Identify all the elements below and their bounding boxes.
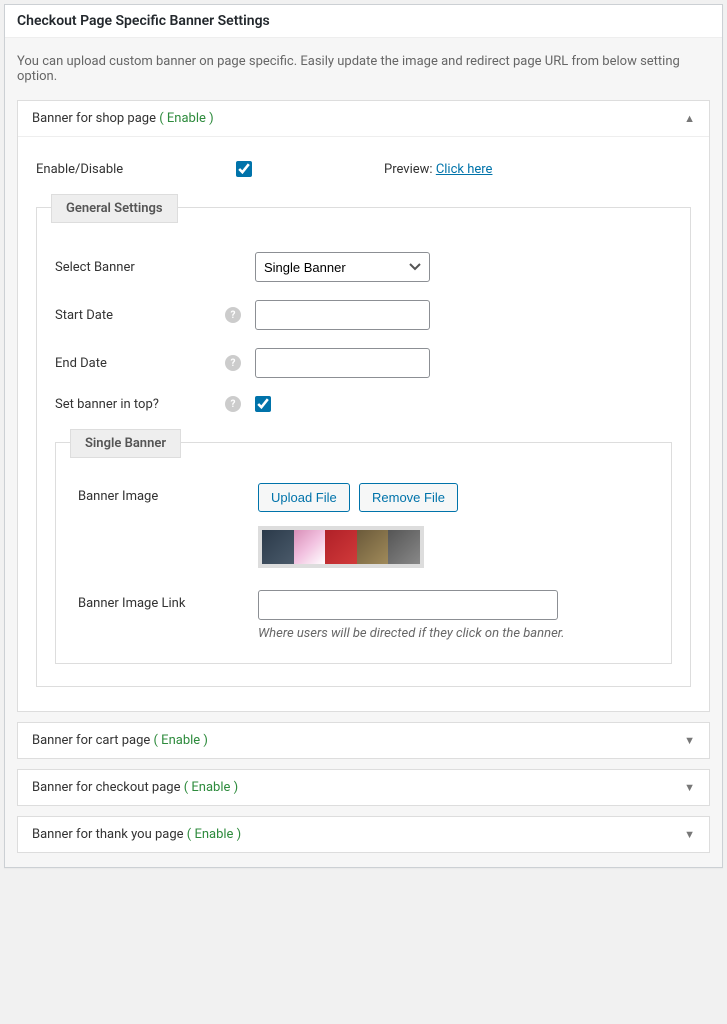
- help-icon[interactable]: ?: [225, 355, 241, 371]
- triangle-down-icon: ▼: [684, 828, 695, 841]
- set-top-checkbox[interactable]: [255, 396, 271, 412]
- accordion-cart: Banner for cart page ( Enable ) ▼: [17, 722, 710, 759]
- settings-metabox: Checkout Page Specific Banner Settings Y…: [4, 4, 723, 868]
- end-date-field: [255, 348, 672, 378]
- accordion-title: Banner for shop page ( Enable ): [32, 111, 214, 126]
- accordion-status: ( Enable ): [154, 733, 208, 748]
- accordion-title-text: Banner for shop page: [32, 111, 156, 126]
- banner-image-row: Banner Image Upload File Remove File: [78, 483, 649, 568]
- select-banner-dropdown[interactable]: Single Banner: [255, 252, 430, 282]
- select-banner-row: Select Banner Single Banner: [55, 252, 672, 282]
- enable-checkbox[interactable]: [236, 161, 252, 177]
- select-banner-field: Single Banner: [255, 252, 672, 282]
- banner-link-hint: Where users will be directed if they cli…: [258, 626, 649, 641]
- start-date-label: Start Date ?: [55, 307, 255, 323]
- page-title: Checkout Page Specific Banner Settings: [17, 13, 710, 29]
- label-text: End Date: [55, 356, 107, 371]
- enable-field: Preview: Click here: [236, 161, 691, 177]
- end-date-input[interactable]: [255, 348, 430, 378]
- select-banner-label: Select Banner: [55, 260, 255, 275]
- set-top-row: Set banner in top? ?: [55, 396, 672, 412]
- accordion-thankyou: Banner for thank you page ( Enable ) ▼: [17, 816, 710, 853]
- accordion-checkout: Banner for checkout page ( Enable ) ▼: [17, 769, 710, 806]
- accordion-title-text: Banner for cart page: [32, 733, 150, 748]
- upload-file-button[interactable]: Upload File: [258, 483, 350, 512]
- banner-image-preview: [258, 526, 424, 568]
- accordion-status: ( Enable ): [184, 780, 238, 795]
- triangle-down-icon: ▼: [684, 734, 695, 747]
- preview-block: Preview: Click here: [384, 162, 492, 177]
- banner-image-label: Banner Image: [78, 483, 258, 504]
- accordion-header-shop[interactable]: Banner for shop page ( Enable ) ▲: [18, 101, 709, 136]
- accordion-title: Banner for checkout page ( Enable ): [32, 780, 238, 795]
- label-text: Select Banner: [55, 260, 135, 275]
- enable-label: Enable/Disable: [36, 162, 236, 177]
- accordion-status: ( Enable ): [187, 827, 241, 842]
- general-settings-legend: General Settings: [51, 194, 178, 223]
- accordion-header-cart[interactable]: Banner for cart page ( Enable ) ▼: [18, 723, 709, 758]
- banner-link-input[interactable]: [258, 590, 558, 620]
- help-icon[interactable]: ?: [225, 396, 241, 412]
- preview-link[interactable]: Click here: [436, 162, 493, 177]
- metabox-body: You can upload custom banner on page spe…: [5, 38, 722, 867]
- description-text: You can upload custom banner on page spe…: [17, 54, 710, 84]
- set-top-field: [255, 396, 672, 412]
- accordion-shop: Banner for shop page ( Enable ) ▲ Enable…: [17, 100, 710, 712]
- preview-label: Preview:: [384, 162, 433, 177]
- accordion-title: Banner for cart page ( Enable ): [32, 733, 208, 748]
- start-date-field: [255, 300, 672, 330]
- accordion-body-shop: Enable/Disable Preview: Click here Gener…: [18, 136, 709, 711]
- end-date-label: End Date ?: [55, 355, 255, 371]
- end-date-row: End Date ?: [55, 348, 672, 378]
- remove-file-button[interactable]: Remove File: [359, 483, 458, 512]
- start-date-row: Start Date ?: [55, 300, 672, 330]
- accordion-title-text: Banner for checkout page: [32, 780, 181, 795]
- accordion-status: ( Enable ): [159, 111, 213, 126]
- accordion-title: Banner for thank you page ( Enable ): [32, 827, 241, 842]
- banner-link-label: Banner Image Link: [78, 590, 258, 611]
- accordion-title-text: Banner for thank you page: [32, 827, 184, 842]
- general-settings-fieldset: General Settings Select Banner Single Ba…: [36, 207, 691, 687]
- triangle-up-icon: ▲: [684, 112, 695, 125]
- start-date-input[interactable]: [255, 300, 430, 330]
- help-icon[interactable]: ?: [225, 307, 241, 323]
- accordion-header-checkout[interactable]: Banner for checkout page ( Enable ) ▼: [18, 770, 709, 805]
- enable-row: Enable/Disable Preview: Click here: [36, 161, 691, 177]
- banner-link-field: Where users will be directed if they cli…: [258, 590, 649, 641]
- single-banner-fieldset: Single Banner Banner Image Upload File R…: [55, 442, 672, 664]
- banner-image-field: Upload File Remove File: [258, 483, 649, 568]
- label-text: Start Date: [55, 308, 113, 323]
- metabox-header: Checkout Page Specific Banner Settings: [5, 5, 722, 38]
- accordion-header-thankyou[interactable]: Banner for thank you page ( Enable ) ▼: [18, 817, 709, 852]
- triangle-down-icon: ▼: [684, 781, 695, 794]
- image-strip: [262, 530, 420, 564]
- banner-link-row: Banner Image Link Where users will be di…: [78, 590, 649, 641]
- label-text: Set banner in top?: [55, 397, 159, 412]
- single-banner-legend: Single Banner: [70, 429, 181, 458]
- set-top-label: Set banner in top? ?: [55, 396, 255, 412]
